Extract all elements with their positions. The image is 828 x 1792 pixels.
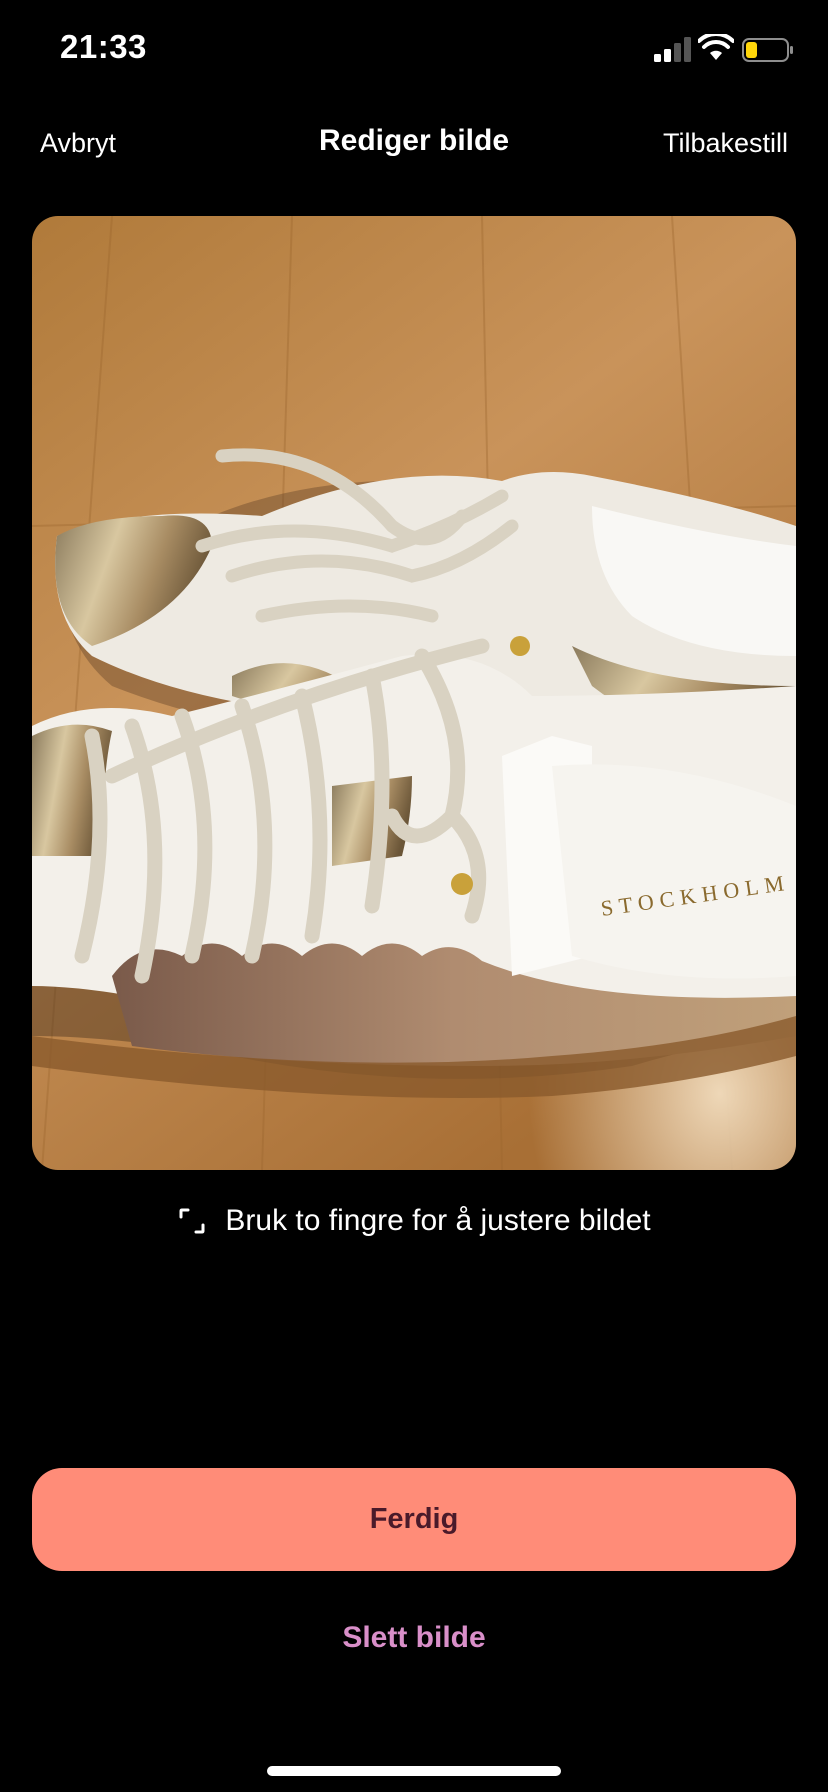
- status-time: 21:33: [60, 28, 147, 65]
- crop-icon: [179, 1208, 205, 1234]
- nav-bar: Avbryt Rediger bilde Tilbakestill: [0, 118, 828, 168]
- home-indicator[interactable]: [267, 1766, 561, 1776]
- photo-editor[interactable]: STOCKHOLM DESIGN GROUP: [32, 216, 796, 1170]
- reset-button[interactable]: Tilbakestill: [663, 128, 788, 159]
- sneakers-photo[interactable]: STOCKHOLM DESIGN GROUP: [32, 216, 796, 1170]
- delete-image-button[interactable]: Slett bilde: [0, 1616, 828, 1660]
- status-bar: 21:33: [0, 0, 828, 100]
- hint-text: Bruk to fingre for å justere bildet: [225, 1204, 651, 1237]
- done-button[interactable]: Ferdig: [32, 1468, 796, 1571]
- battery-icon: [742, 38, 793, 62]
- hint-row: Bruk to fingre for å justere bildet: [0, 1204, 828, 1248]
- signal-icon: [654, 37, 691, 62]
- wifi-icon: [698, 34, 734, 60]
